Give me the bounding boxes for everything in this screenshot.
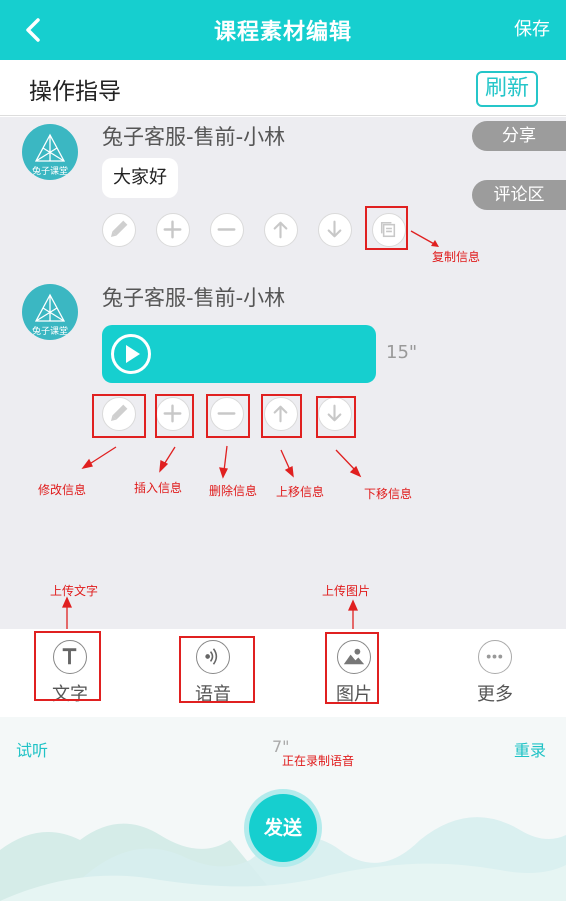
- annotation-upload-text: 上传文字: [50, 584, 99, 598]
- text-tool-highlight-box: [34, 631, 101, 701]
- more-tool-button[interactable]: 更多: [462, 640, 528, 706]
- send-button[interactable]: 发送: [249, 794, 317, 862]
- annotation-upload-image: 上传图片: [322, 584, 371, 598]
- image-tool-highlight-box: [325, 632, 379, 704]
- annotation-delete: 删除信息: [209, 484, 258, 498]
- voice-tool-highlight-box: [179, 636, 255, 703]
- annotation-recording: 正在录制语音: [282, 754, 355, 768]
- annotation-insert: 插入信息: [134, 481, 183, 495]
- more-tool-label: 更多: [477, 684, 513, 705]
- annotation-move-up: 上移信息: [276, 485, 325, 499]
- rerecord-button[interactable]: 重录: [514, 737, 546, 761]
- annotation-move-down: 下移信息: [364, 487, 413, 501]
- listen-button[interactable]: 试听: [16, 737, 48, 761]
- more-dots-icon: [478, 640, 512, 674]
- annotation-edit: 修改信息: [38, 483, 87, 497]
